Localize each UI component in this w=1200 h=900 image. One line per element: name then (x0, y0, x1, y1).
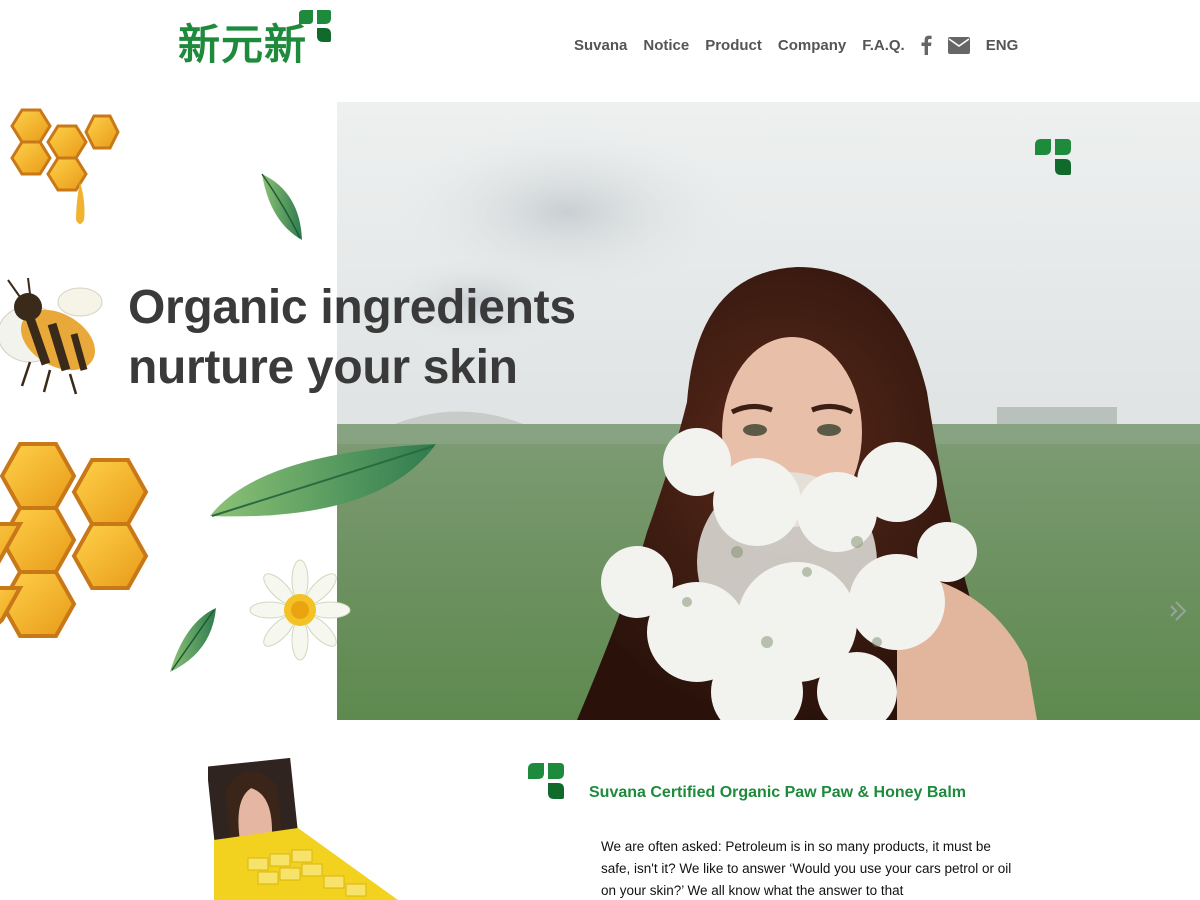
hero-illustrations (0, 108, 436, 672)
nav-item-suvana[interactable]: Suvana (574, 37, 627, 54)
slider-next-arrow-icon[interactable] (1165, 600, 1187, 622)
language-switch[interactable]: ENG (986, 37, 1019, 54)
facebook-icon[interactable] (921, 35, 932, 55)
daisy-illustration (249, 559, 351, 661)
leaf-bottom-illustration (170, 608, 216, 672)
product-description: We are often asked: Petroleum is in so m… (601, 839, 1012, 898)
hero-banner: Organic ingredients nurture your skin (0, 102, 1200, 720)
hero-heading-line-2: nurture your skin (128, 341, 518, 394)
honeycomb-large-illustration (0, 442, 149, 638)
product-title: Suvana Certified Organic Paw Paw & Honey… (589, 784, 966, 801)
logo-leaf-icon (299, 10, 331, 42)
leaf-small-illustration (261, 173, 302, 240)
hero-heading-line-1: Organic ingredients (128, 281, 576, 334)
product-leaf-icon (528, 763, 564, 799)
nav-item-company[interactable]: Company (778, 37, 846, 54)
hero-photo (337, 102, 1200, 720)
hero-heading: Organic ingredients nurture your skin (128, 278, 748, 398)
product-section: Suvana Certified Organic Paw Paw & Honey… (0, 720, 1200, 900)
main-nav: Suvana Notice Product Company F.A.Q. ENG (574, 32, 1034, 58)
nav-item-product[interactable]: Product (705, 37, 762, 54)
site-header: 新元新 Suvana Notice Product Company F.A.Q.… (0, 0, 1200, 102)
nav-item-faq[interactable]: F.A.Q. (862, 37, 905, 54)
brand-logo[interactable]: 新元新 (178, 8, 338, 70)
honeycomb-small-illustration (10, 108, 120, 224)
leaf-large-illustration (210, 444, 436, 517)
nav-item-notice[interactable]: Notice (643, 37, 689, 54)
envelope-icon[interactable] (947, 36, 970, 54)
product-display-image (208, 758, 398, 900)
bee-illustration (0, 277, 103, 395)
hero-leaf-icon (1035, 139, 1071, 175)
logo-text: 新元新 (178, 20, 308, 69)
